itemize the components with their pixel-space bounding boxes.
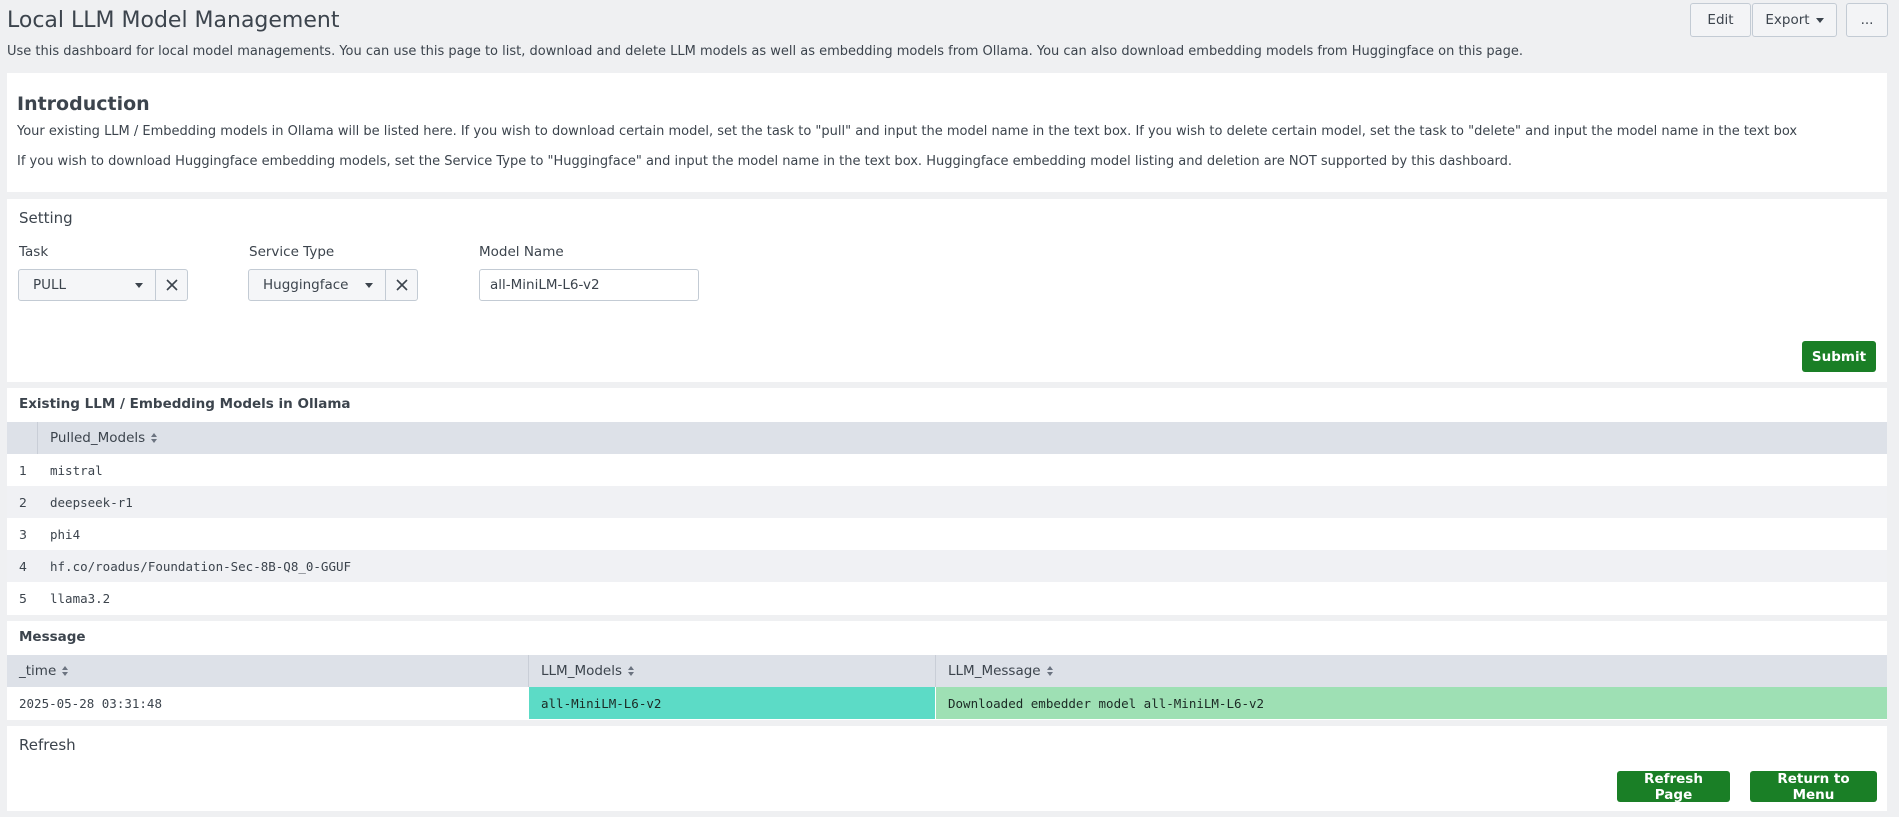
- row-index: 4: [19, 558, 27, 574]
- llm-models-column-label: LLM_Models: [541, 663, 623, 679]
- more-label: ...: [1860, 12, 1874, 28]
- close-icon: [395, 279, 408, 291]
- caret-down-icon: [135, 282, 143, 288]
- service-type-value: Huggingface: [263, 277, 349, 293]
- llm-message-column-header[interactable]: LLM_Message: [948, 655, 1053, 687]
- introduction-paragraph-2: If you wish to download Huggingface embe…: [17, 154, 1513, 169]
- column-divider: [37, 422, 38, 454]
- llm-message-value: Downloaded embedder model all-MiniLM-L6-…: [948, 695, 1265, 711]
- task-clear-button[interactable]: [156, 270, 187, 300]
- model-cell: phi4: [50, 526, 81, 542]
- message-panel: Message _time LLM_Models LLM_Message 202…: [7, 621, 1887, 720]
- caret-down-icon: [365, 282, 373, 288]
- column-divider: [935, 655, 936, 687]
- sort-icon: [628, 666, 635, 676]
- pulled-models-column-header[interactable]: Pulled_Models: [50, 422, 158, 454]
- service-type-dropdown[interactable]: Huggingface: [248, 269, 418, 301]
- caret-down-icon: [1815, 17, 1824, 23]
- time-column-label: _time: [19, 663, 57, 679]
- llm-model-value: all-MiniLM-L6-v2: [541, 695, 662, 711]
- introduction-heading: Introduction: [17, 93, 150, 115]
- models-table-title: Existing LLM / Embedding Models in Ollam…: [19, 396, 351, 412]
- more-actions-button[interactable]: ...: [1846, 3, 1888, 37]
- edit-button[interactable]: Edit: [1690, 3, 1751, 37]
- close-icon: [165, 279, 178, 291]
- refresh-page-button[interactable]: Refresh Page: [1617, 771, 1730, 803]
- page-description: Use this dashboard for local model manag…: [7, 44, 1523, 59]
- refresh-title: Refresh: [19, 736, 76, 754]
- llm-message-cell: Downloaded embedder model all-MiniLM-L6-…: [936, 687, 1887, 719]
- setting-panel: Setting Task PULL Service Type Huggingfa…: [7, 199, 1887, 382]
- table-row: 2025-05-28 03:31:48 all-MiniLM-L6-v2 Dow…: [7, 687, 1887, 719]
- column-divider: [528, 655, 529, 687]
- task-dropdown[interactable]: PULL: [18, 269, 188, 301]
- export-label: Export: [1765, 12, 1810, 28]
- table-row: 3 phi4: [7, 518, 1887, 550]
- sort-icon: [151, 433, 158, 443]
- message-table-header: _time LLM_Models LLM_Message: [7, 655, 1887, 687]
- table-row: 4 hf.co/roadus/Foundation-Sec-8B-Q8_0-GG…: [7, 550, 1887, 582]
- row-index: 5: [19, 590, 27, 606]
- service-type-clear-button[interactable]: [386, 270, 417, 300]
- time-column-header[interactable]: _time: [19, 655, 69, 687]
- model-cell: llama3.2: [50, 590, 111, 606]
- model-cell: mistral: [50, 462, 103, 478]
- task-label: Task: [19, 244, 49, 260]
- page-title: Local LLM Model Management: [7, 8, 340, 33]
- sort-icon: [1046, 666, 1053, 676]
- row-index: 2: [19, 494, 27, 510]
- model-cell: deepseek-r1: [50, 494, 133, 510]
- message-table-title: Message: [19, 629, 86, 645]
- llm-model-cell: all-MiniLM-L6-v2: [529, 687, 935, 719]
- export-button[interactable]: Export: [1752, 3, 1837, 37]
- models-panel: Existing LLM / Embedding Models in Ollam…: [7, 388, 1887, 615]
- service-type-label: Service Type: [249, 244, 335, 260]
- introduction-panel: Introduction Your existing LLM / Embeddi…: [7, 73, 1887, 192]
- sort-icon: [62, 666, 69, 676]
- model-name-label: Model Name: [479, 244, 564, 260]
- llm-models-column-header[interactable]: LLM_Models: [541, 655, 635, 687]
- row-index: 3: [19, 526, 27, 542]
- refresh-panel: Refresh Refresh Page Return to Menu: [7, 726, 1887, 811]
- setting-title: Setting: [19, 209, 73, 227]
- pulled-models-column-label: Pulled_Models: [50, 430, 146, 446]
- submit-button[interactable]: Submit: [1802, 341, 1876, 372]
- table-row: 1 mistral: [7, 454, 1887, 486]
- table-row: 2 deepseek-r1: [7, 486, 1887, 518]
- edit-label: Edit: [1707, 12, 1734, 28]
- llm-message-column-label: LLM_Message: [948, 663, 1041, 679]
- model-cell: hf.co/roadus/Foundation-Sec-8B-Q8_0-GGUF: [50, 558, 352, 574]
- table-row: 5 llama3.2: [7, 582, 1887, 614]
- return-to-menu-button[interactable]: Return to Menu: [1750, 771, 1877, 803]
- model-name-input[interactable]: [479, 269, 699, 301]
- models-table-header: Pulled_Models: [7, 422, 1887, 454]
- task-value: PULL: [33, 277, 67, 293]
- row-index: 1: [19, 462, 27, 478]
- time-cell: 2025-05-28 03:31:48: [19, 695, 162, 711]
- introduction-paragraph-1: Your existing LLM / Embedding models in …: [17, 124, 1798, 139]
